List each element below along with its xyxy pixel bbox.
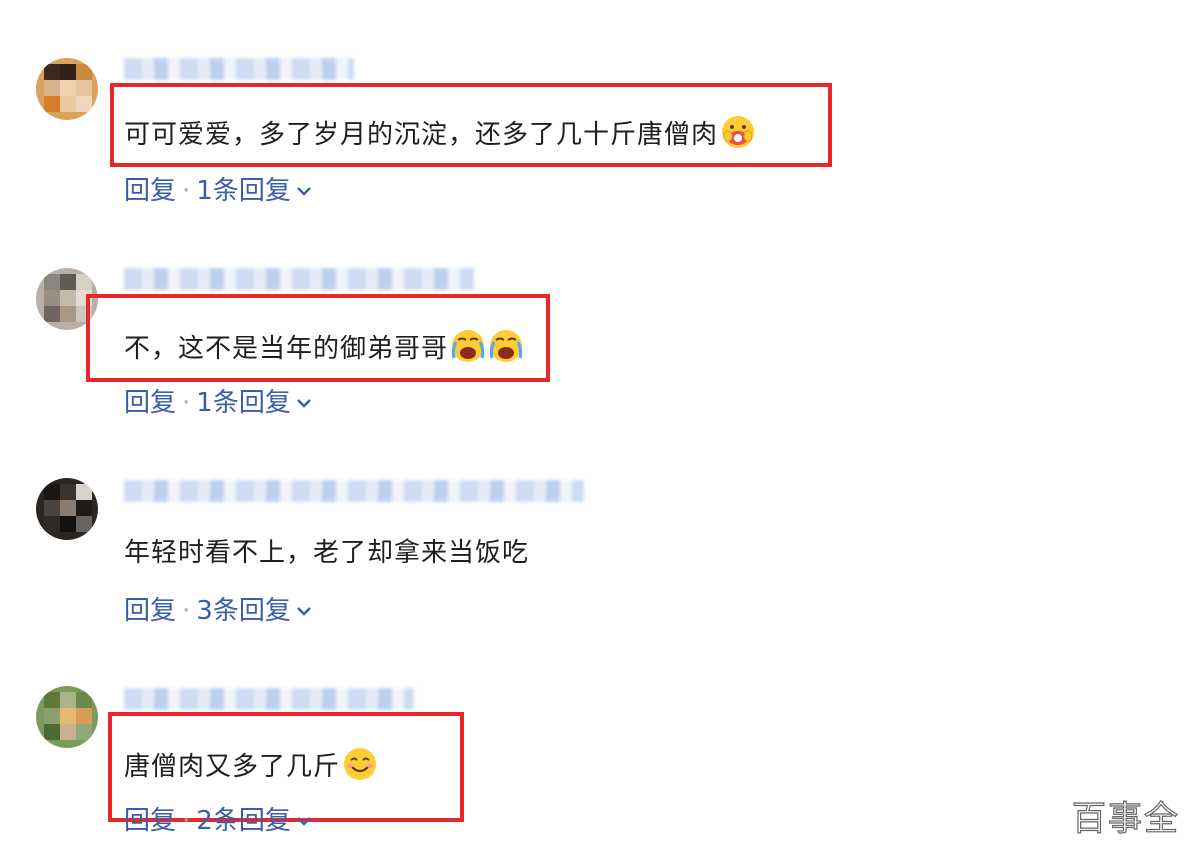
reply-count-link[interactable]: 1条回复 xyxy=(196,176,313,206)
chevron-down-icon xyxy=(296,187,311,196)
reply-link[interactable]: 回复 xyxy=(124,806,176,836)
comment-actions: 回复 · 2条回复 xyxy=(124,806,313,836)
reply-count-link[interactable]: 2条回复 xyxy=(196,806,313,836)
smiling-face-emoji xyxy=(344,748,377,780)
username-blurred[interactable] xyxy=(124,268,474,290)
avatar[interactable] xyxy=(36,478,98,540)
comment-text: 可可爱爱，多了岁月的沉淀，还多了几十斤唐僧肉 xyxy=(124,114,756,150)
separator: · xyxy=(182,176,191,206)
comment-actions: 回复 · 1条回复 xyxy=(124,388,313,418)
comment-text: 唐僧肉又多了几斤 xyxy=(124,746,378,782)
reply-link[interactable]: 回复 xyxy=(124,596,176,626)
comment-item: 唐僧肉又多了几斤 回复 · 2条回复 xyxy=(0,630,1202,840)
comment-actions: 回复 · 3条回复 xyxy=(124,596,313,626)
username-blurred[interactable] xyxy=(124,58,354,80)
comment-actions: 回复 · 1条回复 xyxy=(124,176,313,206)
separator: · xyxy=(182,806,191,836)
username-blurred[interactable] xyxy=(124,688,414,710)
separator: · xyxy=(182,596,191,626)
chevron-down-icon xyxy=(296,607,311,616)
comment-text: 年轻时看不上，老了却拿来当饭吃 xyxy=(124,538,530,568)
crying-face-emoji xyxy=(451,330,485,362)
avatar[interactable] xyxy=(36,58,98,120)
comment-item: 年轻时看不上，老了却拿来当饭吃 回复 · 3条回复 xyxy=(0,420,1202,630)
username-blurred[interactable] xyxy=(124,480,584,502)
chevron-down-icon xyxy=(296,817,311,826)
comment-text: 不，这不是当年的御弟哥哥 xyxy=(124,328,524,364)
crying-face-emoji xyxy=(489,330,523,362)
reply-count-link[interactable]: 3条回复 xyxy=(196,596,313,626)
reply-count-link[interactable]: 1条回复 xyxy=(196,388,313,418)
reply-link[interactable]: 回复 xyxy=(124,388,176,418)
comment-item: 不，这不是当年的御弟哥哥 回复 · 1条回复 xyxy=(0,210,1202,420)
comment-item: 可可爱爱，多了岁月的沉淀，还多了几十斤唐僧肉 回复 · 1条回复 xyxy=(0,0,1202,210)
avatar[interactable] xyxy=(36,686,98,748)
separator: · xyxy=(182,388,191,418)
chevron-down-icon xyxy=(296,399,311,408)
watermark: 百事全 xyxy=(1071,798,1180,839)
reply-link[interactable]: 回复 xyxy=(124,176,176,206)
mask-face-emoji xyxy=(722,116,755,148)
